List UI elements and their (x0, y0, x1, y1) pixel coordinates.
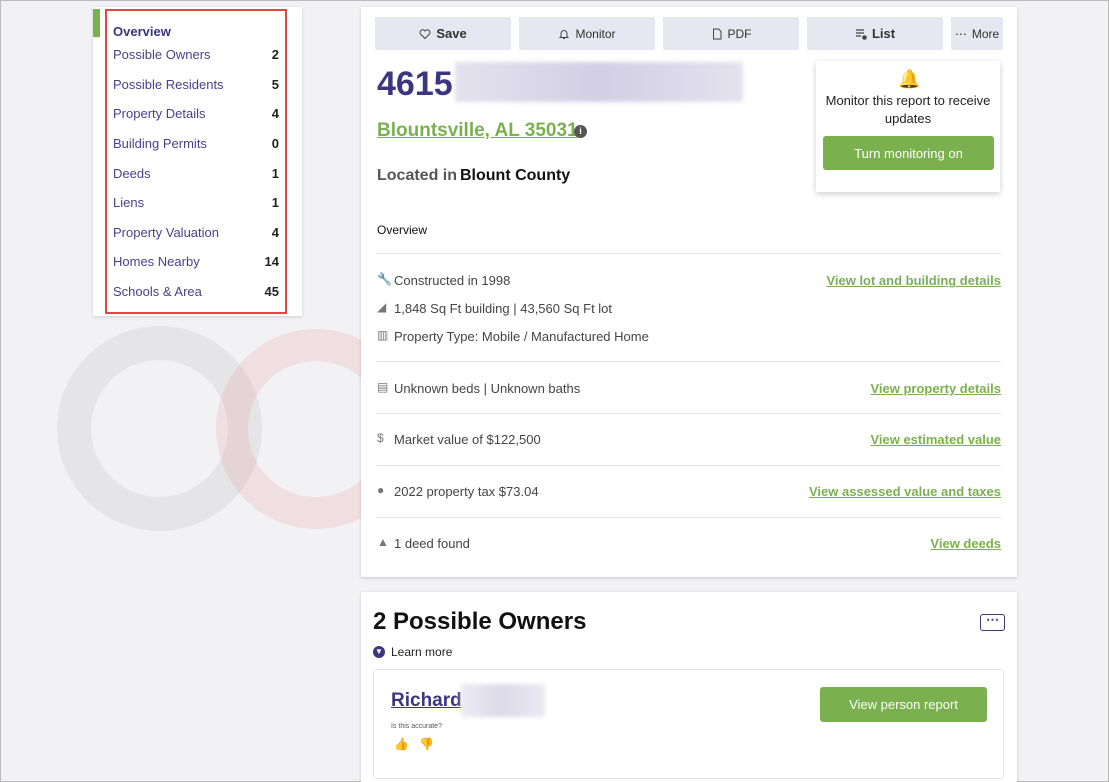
sidebar-item-label: Liens (113, 194, 145, 210)
pdf-icon (712, 28, 721, 39)
sidebar-item-schools-area[interactable]: Schools & Area 45 (113, 279, 279, 303)
city-link[interactable]: Blountsville, AL 35031 (377, 120, 578, 142)
monitor-button-label: Monitor (575, 26, 616, 41)
thumbs-up-icon[interactable]: 👍 (394, 737, 409, 751)
view-lot-building-link[interactable]: View lot and building details (826, 273, 1001, 288)
info-icon[interactable]: i (574, 125, 587, 138)
county-name: Blount County (460, 167, 571, 184)
wrench-icon: 🔧 (377, 272, 392, 286)
active-indicator (93, 9, 100, 37)
list-button-label: List (871, 26, 896, 41)
learn-more-label: Learn more (391, 645, 453, 659)
bed-icon: ▤ (377, 380, 389, 394)
sidebar-item-possible-residents[interactable]: Possible Residents 5 (113, 72, 279, 96)
feedback-buttons: 👍 👎 (394, 737, 434, 751)
located-label: Located in (377, 167, 458, 184)
deed-icon: ▲ (377, 535, 389, 549)
sidebar-item-label: Possible Residents (113, 76, 224, 92)
sidebar-item-label: Building Permits (113, 135, 207, 151)
possible-owners-card: 2 Possible Owners ⋯ ▼ Learn more Richard… (361, 592, 1017, 782)
sidebar-item-count: 0 (271, 135, 279, 151)
divider (377, 517, 1001, 518)
deed-count: 1 deed found (394, 536, 470, 551)
sidebar-item-count: 1 (271, 165, 279, 181)
overview-heading: Overview (377, 223, 428, 237)
owner-card: Richard Is this accurate? 👍 👎 View perso… (373, 669, 1004, 779)
view-estimated-value-link[interactable]: View estimated value (870, 432, 1001, 447)
sidebar-item-count: 4 (271, 105, 279, 121)
watermark-logo-circle (57, 326, 262, 531)
sidebar-item-property-details[interactable]: Property Details 4 (113, 101, 279, 125)
sidebar-item-label: Property Details (113, 105, 206, 121)
list-add-icon (855, 28, 867, 40)
sidebar-item-label: Overview (113, 23, 171, 39)
view-deeds-link[interactable]: View deeds (930, 536, 1001, 551)
market-value: Market value of $122,500 (394, 432, 541, 447)
sidebar-item-count: 14 (264, 253, 279, 269)
sidebar-item-count: 1 (271, 194, 279, 210)
property-tax: 2022 property tax $73.04 (394, 484, 539, 499)
sidebar-item-building-permits[interactable]: Building Permits 0 (113, 131, 279, 155)
heart-icon (419, 28, 431, 39)
divider (377, 361, 1001, 362)
sidebar-item-label: Possible Owners (113, 46, 211, 62)
sidebar-item-label: Deeds (113, 165, 151, 181)
sidebar-item-count: 2 (271, 46, 279, 62)
owner-name-link[interactable]: Richard (391, 690, 462, 712)
more-button[interactable]: ⋯ More (951, 17, 1003, 50)
sidebar-item-label: Homes Nearby (113, 253, 200, 269)
redacted-street-name (455, 62, 743, 102)
sidebar-item-deeds[interactable]: Deeds 1 (113, 161, 279, 185)
property-type: Property Type: Mobile / Manufactured Hom… (394, 329, 649, 344)
monitor-button[interactable]: Monitor (519, 17, 655, 50)
monitor-popup: 🔔 Monitor this report to receive updates… (816, 61, 1000, 192)
more-options-button[interactable]: ⋯ (980, 613, 1005, 631)
report-sidebar: Overview Possible Owners 2 Possible Resi… (93, 7, 302, 316)
save-button[interactable]: Save (375, 17, 511, 50)
save-button-label: Save (436, 26, 467, 41)
learn-more-toggle[interactable]: ▼ Learn more (373, 645, 452, 659)
square-footage: 1,848 Sq Ft building | 43,560 Sq Ft lot (394, 301, 613, 316)
sidebar-item-label: Property Valuation (113, 224, 219, 240)
more-dots-icon: ⋯ (954, 26, 967, 41)
view-assessed-value-link[interactable]: View assessed value and taxes (809, 484, 1001, 499)
turn-monitoring-on-button[interactable]: Turn monitoring on (823, 136, 994, 170)
sidebar-item-label: Schools & Area (113, 283, 202, 299)
pdf-button-label: PDF (727, 26, 752, 41)
divider (377, 413, 1001, 414)
list-button[interactable]: List (807, 17, 943, 50)
sidebar-item-count: 5 (271, 76, 279, 92)
bell-icon (559, 29, 570, 39)
owners-title: 2 Possible Owners (373, 608, 587, 635)
ruler-icon: ◢ (377, 300, 387, 314)
address-number: 4615 (377, 65, 453, 103)
sidebar-item-liens[interactable]: Liens 1 (113, 190, 279, 214)
redacted-last-name (461, 684, 545, 717)
building-icon: ▥ (377, 328, 389, 342)
sidebar-item-homes-nearby[interactable]: Homes Nearby 14 (113, 249, 279, 273)
dollar-icon: $ (377, 431, 384, 445)
tax-icon: ● (377, 483, 385, 497)
sidebar-item-property-valuation[interactable]: Property Valuation 4 (113, 220, 279, 244)
accuracy-prompt: Is this accurate? (391, 723, 442, 730)
sidebar-item-possible-owners[interactable]: Possible Owners 2 (113, 42, 279, 66)
chevron-down-icon: ▼ (373, 646, 385, 658)
monitor-message: Monitor this report to receive updates (825, 93, 991, 126)
pdf-button[interactable]: PDF (663, 17, 799, 50)
sidebar-item-overview[interactable]: Overview (113, 19, 279, 43)
bell-icon: 🔔 (898, 69, 921, 89)
more-button-label: More (971, 26, 1000, 41)
sidebar-item-count: 4 (271, 224, 279, 240)
divider (377, 465, 1001, 466)
construction-year: Constructed in 1998 (394, 273, 511, 288)
divider (377, 253, 1001, 254)
thumbs-down-icon[interactable]: 👎 (419, 737, 434, 751)
beds-baths: Unknown beds | Unknown baths (394, 381, 581, 396)
view-person-report-button[interactable]: View person report (820, 687, 987, 722)
view-property-details-link[interactable]: View property details (870, 381, 1001, 396)
sidebar-item-count: 45 (264, 283, 279, 299)
